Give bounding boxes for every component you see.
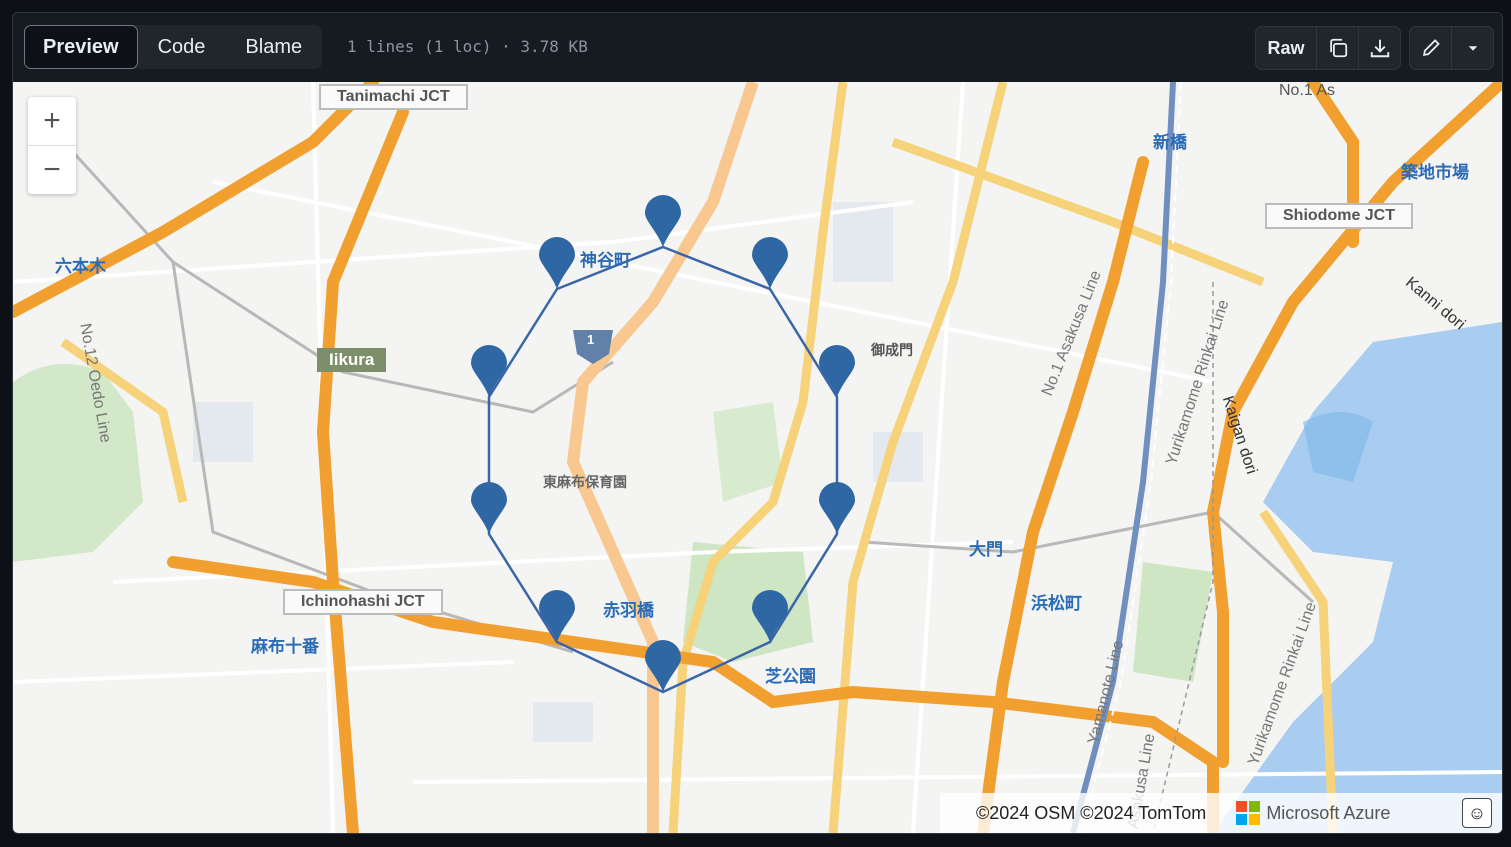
attribution-text: ©2024 OSM ©2024 TomTom (976, 802, 1207, 823)
edit-dropdown-button[interactable] (1451, 27, 1493, 69)
label-akabanebashi: 赤羽橋 (603, 601, 654, 620)
download-icon (1370, 39, 1389, 58)
label-ichinohashi-jct: Ichinohashi JCT (283, 589, 443, 615)
edit-button[interactable] (1410, 27, 1451, 69)
route-shield-1: 1 (587, 332, 595, 347)
map-pin-4[interactable] (819, 482, 855, 534)
zoom-in-button[interactable]: + (28, 97, 76, 145)
label-hamamatsucho: 浜松町 (1031, 594, 1082, 613)
file-viewer: Preview Code Blame 1 lines (1 loc) · 3.7… (12, 12, 1503, 834)
file-meta: 1 lines (1 loc) · 3.78 KB (347, 37, 588, 56)
label-iikura: Iikura (317, 348, 387, 372)
file-toolbar: Preview Code Blame 1 lines (1 loc) · 3.7… (13, 13, 1502, 83)
raw-button[interactable]: Raw (1256, 27, 1316, 69)
copy-icon (1329, 38, 1347, 58)
tab-preview[interactable]: Preview (24, 25, 138, 69)
map-pin-9[interactable] (471, 345, 507, 397)
label-shibakoen: 芝公園 (765, 667, 816, 686)
label-azabujuban: 麻布十番 (251, 637, 319, 656)
map-pin-2[interactable] (752, 237, 788, 289)
map-attribution: ©2024 OSM ©2024 TomTom Microsoft Azure ☺ (940, 793, 1502, 833)
smiley-icon[interactable]: ☺ (1462, 798, 1492, 828)
chevron-down-icon (1468, 46, 1477, 51)
label-onarimon: 御成門 (871, 342, 913, 358)
label-kamiyacho: 神谷町 (580, 251, 631, 270)
label-tsukiji: 築地市場 (1401, 163, 1469, 182)
map-pin-6[interactable] (645, 640, 681, 692)
file-actions: Raw (1255, 26, 1401, 70)
label-no1-asakusa-top: No.1 As (1279, 82, 1336, 99)
view-switcher: Preview Code Blame (24, 25, 323, 69)
label-shiodome-jct: Shiodome JCT (1265, 203, 1414, 229)
map-canvas[interactable]: + − Tanimachi JCT 六本木 No.12 Oedo Line Ii… (13, 82, 1502, 833)
map-pin-1[interactable] (645, 195, 681, 247)
edit-actions (1409, 26, 1494, 70)
tab-code[interactable]: Code (138, 25, 226, 69)
map-pin-3[interactable] (819, 345, 855, 397)
label-tanimachi-jct: Tanimachi JCT (319, 84, 468, 110)
map-pin-10[interactable] (539, 237, 575, 289)
azure-brand[interactable]: Microsoft Azure (1236, 801, 1390, 825)
download-button[interactable] (1358, 27, 1400, 69)
label-higashiazabu: 東麻布保育園 (543, 474, 627, 490)
label-roppongi: 六本木 (55, 257, 106, 276)
map-pin-7[interactable] (539, 590, 575, 642)
tab-blame[interactable]: Blame (225, 25, 322, 69)
label-shimbashi: 新橋 (1153, 133, 1187, 152)
map-pin-5[interactable] (752, 590, 788, 642)
zoom-out-button[interactable]: − (28, 145, 76, 194)
map-pin-8[interactable] (471, 482, 507, 534)
label-daimon: 大門 (969, 540, 1003, 559)
zoom-control: + − (28, 97, 76, 194)
microsoft-logo-icon (1236, 801, 1261, 825)
azure-label: Microsoft Azure (1266, 802, 1391, 823)
copy-button[interactable] (1316, 27, 1358, 69)
pencil-icon (1422, 39, 1440, 56)
